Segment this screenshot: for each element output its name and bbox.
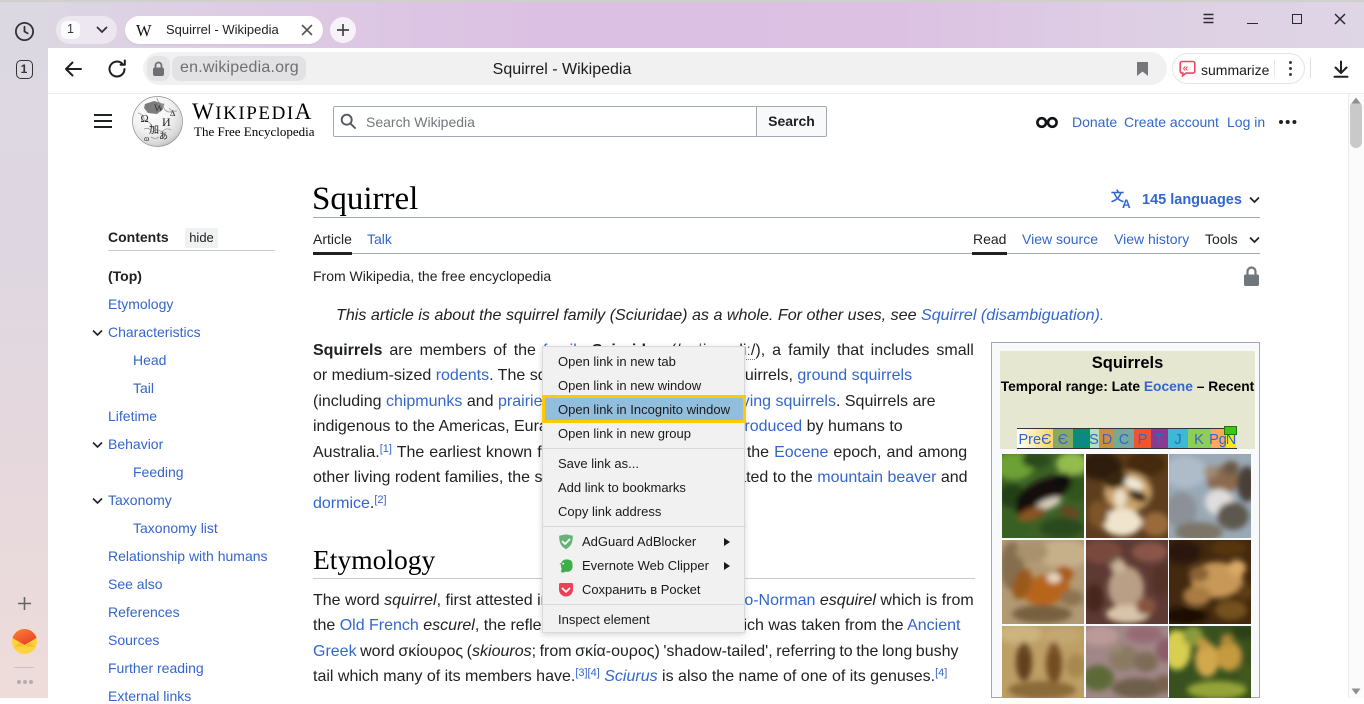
svg-text:Ω: Ω <box>141 113 149 125</box>
svg-text:A: A <box>1122 197 1131 208</box>
svg-text:Δ: Δ <box>170 109 175 118</box>
svg-text:«: « <box>1183 63 1189 74</box>
svg-text:あ: あ <box>159 131 168 141</box>
svg-text:ɷ: ɷ <box>144 134 149 143</box>
svg-text:W: W <box>154 104 164 115</box>
svg-text:加: 加 <box>149 124 159 136</box>
